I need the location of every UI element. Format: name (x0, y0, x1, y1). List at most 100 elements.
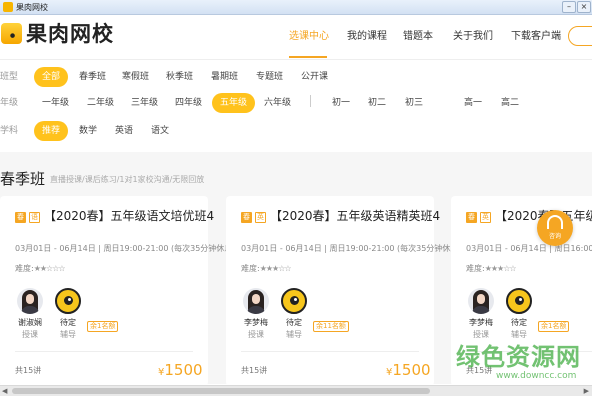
filter-label-grade: 年级 (0, 98, 19, 108)
teacher-name: 李梦梅 (244, 318, 268, 327)
teacher-role: 授课 (473, 330, 489, 339)
teacher-role: 授课 (248, 330, 264, 339)
scrollbar-thumb[interactable] (12, 388, 430, 394)
teacher-avatar[interactable] (17, 288, 43, 314)
filter-grade-2[interactable]: 二年级 (87, 93, 114, 113)
difficulty-label: 难度: (15, 264, 34, 273)
subject-tag: 英 (255, 212, 266, 223)
season-tag: 春 (466, 212, 477, 223)
filter-class-autumn[interactable]: 秋季班 (166, 67, 193, 87)
scroll-right-icon[interactable]: ▶ (584, 387, 589, 396)
course-card[interactable]: 春 语 【2020春】五年级语文培优班4 03月01日 - 06月14日 | 周… (0, 196, 240, 386)
filter-subject-english[interactable]: 英语 (115, 121, 133, 141)
filter-class-spring[interactable]: 春季班 (79, 67, 106, 87)
filter-grade-junior-3[interactable]: 初三 (405, 93, 423, 113)
price-value: 1500 (392, 361, 431, 379)
section-subtitle: 直播授课/课后练习/1对1家校沟通/无限回放 (50, 175, 205, 184)
filter-subject-recommend[interactable]: 推荐 (34, 121, 69, 141)
filter-grade-6[interactable]: 六年级 (264, 93, 291, 113)
course-card[interactable]: 春 英 【2020春】五年级英语精英班4 03月01日 - 06月14日 | 周… (226, 196, 466, 386)
window-title: 果肉网校 (16, 3, 48, 12)
difficulty-stars: ★★★☆☆ (259, 264, 292, 273)
close-icon[interactable]: × (577, 1, 591, 13)
watermark-url: www.downcc.com (496, 371, 577, 381)
filter-subject-math[interactable]: 数学 (79, 121, 97, 141)
nav-course-center[interactable]: 选课中心 (289, 31, 329, 43)
filter-grade-senior-2[interactable]: 高二 (501, 93, 519, 113)
difficulty-stars: ★★☆☆☆ (33, 264, 66, 273)
course-schedule: 03月01日 - 06月14日 | 周日19:00-21:00 (每次35分钟休… (241, 244, 467, 253)
lesson-count: 共15讲 (241, 366, 268, 375)
nav-mistake-book[interactable]: 错题本 (403, 31, 433, 43)
filter-grade-3[interactable]: 三年级 (131, 93, 158, 113)
filter-grade-4[interactable]: 四年级 (175, 93, 202, 113)
tutor-avatar (55, 288, 81, 314)
teacher-role: 授课 (22, 330, 38, 339)
tutor-role: 辅导 (511, 330, 527, 339)
card-divider (241, 351, 419, 352)
headset-icon (547, 215, 563, 229)
filter-class-topic[interactable]: 专题班 (256, 67, 283, 87)
filter-grade-junior-1[interactable]: 初一 (332, 93, 350, 113)
section-title: 春季班 (0, 170, 46, 188)
course-title[interactable]: 【2020春】五年级语文培优班4 (44, 209, 214, 224)
filter-class-summer[interactable]: 暑期班 (211, 67, 238, 87)
teacher-name: 谢淑娴 (18, 318, 42, 327)
course-price: ¥1500 (386, 361, 431, 382)
course-schedule: 03月01日 - 06月14日 | 周日19:00-21:00 (每次35分钟休… (15, 244, 241, 253)
scroll-left-icon[interactable]: ◀ (2, 387, 7, 396)
teacher-name: 李梦梅 (469, 318, 493, 327)
nav-active-indicator (289, 56, 327, 58)
title-bar: 果肉网校 – × (0, 0, 592, 15)
lesson-count: 共15讲 (15, 366, 42, 375)
subject-tag: 语 (29, 212, 40, 223)
seats-badge: 余11名额 (313, 321, 349, 332)
filter-label-class-type: 班型 (0, 72, 19, 82)
course-schedule: 03月01日 - 06月14日 | 周日16:00 (466, 244, 592, 253)
tutor-role: 辅导 (286, 330, 302, 339)
watermark-title: 绿色资源网 (456, 343, 581, 371)
tutor-name: 待定 (286, 318, 302, 327)
card-divider (15, 351, 193, 352)
difficulty-label: 难度: (241, 264, 260, 273)
seats-badge: 余1名额 (538, 321, 570, 332)
course-difficulty: 难度:★★☆☆☆ (15, 264, 66, 274)
season-tag: 春 (15, 212, 26, 223)
horizontal-scrollbar[interactable]: ◀ ▶ (0, 385, 592, 396)
difficulty-stars: ★★★☆☆ (484, 264, 517, 273)
nav-about-us[interactable]: 关于我们 (453, 31, 493, 43)
filter-grade-senior-1[interactable]: 高一 (464, 93, 482, 113)
filter-grade-5[interactable]: 五年级 (212, 93, 256, 113)
tutor-name: 待定 (511, 318, 527, 327)
logo-text: 果肉网校 (26, 22, 114, 46)
season-tag: 春 (241, 212, 252, 223)
subject-tag: 英 (480, 212, 491, 223)
consult-button[interactable]: 咨询 (537, 210, 573, 246)
minimize-icon[interactable]: – (562, 1, 576, 13)
filter-class-winter[interactable]: 寒假班 (122, 67, 149, 87)
login-button[interactable] (568, 26, 592, 46)
teacher-avatar[interactable] (243, 288, 269, 314)
filter-label-subject: 学科 (0, 126, 19, 136)
tutor-avatar (506, 288, 532, 314)
difficulty-label: 难度: (466, 264, 485, 273)
course-title[interactable]: 【2020春】五年级英语精英班4 (270, 209, 440, 224)
price-value: 1500 (164, 361, 203, 379)
filter-class-all[interactable]: 全部 (34, 67, 69, 87)
filter-class-open[interactable]: 公开课 (301, 67, 328, 87)
filter-grade-junior-2[interactable]: 初二 (368, 93, 386, 113)
filter-subject-chinese[interactable]: 语文 (151, 121, 169, 141)
tutor-name: 待定 (60, 318, 76, 327)
nav-download-client[interactable]: 下载客户端 (511, 31, 561, 43)
course-difficulty: 难度:★★★☆☆ (241, 264, 292, 274)
teacher-avatar[interactable] (468, 288, 494, 314)
tutor-avatar (281, 288, 307, 314)
course-difficulty: 难度:★★★☆☆ (466, 264, 517, 274)
course-price: ¥1500 (158, 361, 203, 382)
nav-my-courses[interactable]: 我的课程 (347, 31, 387, 43)
tutor-role: 辅导 (60, 330, 76, 339)
filter-grade-1[interactable]: 一年级 (42, 93, 69, 113)
app-icon (3, 2, 13, 12)
seats-badge: 余1名额 (87, 321, 119, 332)
filter-panel: 班型 全部 春季班 寒假班 秋季班 暑期班 专题班 公开课 年级 一年级 二年级… (0, 61, 592, 152)
